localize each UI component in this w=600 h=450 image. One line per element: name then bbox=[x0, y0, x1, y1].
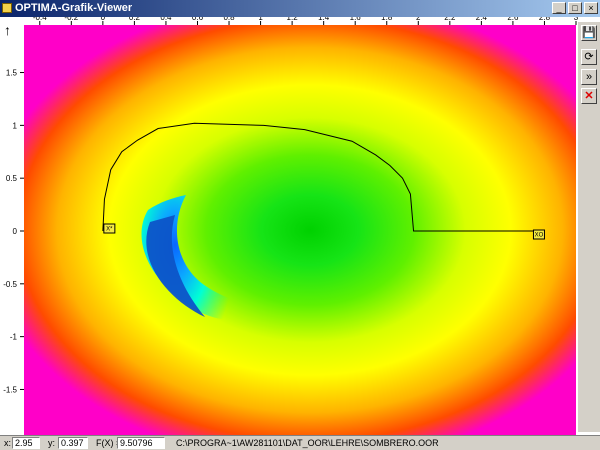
x-tick-label-3: 0.2 bbox=[129, 17, 141, 22]
y-tick-label-4: -0.5 bbox=[3, 280, 17, 289]
x-tick-label-12: 2 bbox=[416, 17, 421, 22]
x-tick-label-15: 2.6 bbox=[507, 17, 519, 22]
plot-area[interactable]: -0.4 -0.2 0 0.2 0.4 0.6 0.8 1 1.2 1.4 1.6 1.8 2 2.2 2.… bbox=[0, 13, 600, 437]
start-marker: XO bbox=[532, 229, 545, 240]
x-tick-label-13: 2.2 bbox=[444, 17, 456, 22]
x-tick-label-16: 2.8 bbox=[539, 17, 551, 22]
start-marker-label: XO bbox=[535, 233, 544, 239]
x-tick-label-6: 0.8 bbox=[223, 17, 235, 22]
double-arrow-icon: » bbox=[585, 71, 593, 83]
window-controls: _ □ × bbox=[552, 2, 598, 14]
y-tick-label-5: -1 bbox=[10, 333, 18, 342]
function-value: 9.50796 bbox=[117, 437, 165, 449]
x-tick-label-4: 0.4 bbox=[160, 17, 172, 22]
x-tick-label-2: 0 bbox=[101, 17, 106, 22]
plot-frame: -0.4 -0.2 0 0.2 0.4 0.6 0.8 1 1.2 1.4 1.6 1.8 2 2.2 2.… bbox=[0, 13, 600, 437]
y-tick-label-0: 1.5 bbox=[6, 69, 18, 78]
save-icon: 💾 bbox=[582, 27, 596, 39]
refresh-button[interactable]: ⟳ bbox=[581, 49, 597, 65]
save-button[interactable]: 💾 bbox=[581, 25, 597, 41]
y-tick-label-6: -1.5 bbox=[3, 385, 17, 394]
refresh-icon: ⟳ bbox=[584, 51, 594, 63]
y-axis: 1.5 1 0.5 0 -0.5 -1 -1.5 bbox=[3, 69, 24, 394]
close-button[interactable]: × bbox=[584, 2, 598, 14]
y-tick-label-1: 1 bbox=[13, 121, 18, 130]
x-tick-label-14: 2.4 bbox=[476, 17, 488, 22]
y-coordinate-value: 0.397 bbox=[58, 437, 88, 449]
maximize-button[interactable]: □ bbox=[568, 2, 582, 14]
x-tick-label-0: -0.4 bbox=[33, 17, 47, 22]
x-coordinate-label: x: bbox=[4, 438, 12, 448]
file-path: C:\PROGRA~1\AW281101\DAT_OOR\LEHRE\SOMBR… bbox=[176, 438, 439, 448]
x-tick-label-11: 1.8 bbox=[381, 17, 393, 22]
y-axis-arrow: ↑ bbox=[4, 22, 11, 38]
title-bar: OPTIMA-Grafik-Viewer _ □ × bbox=[0, 0, 600, 17]
y-tick-label-3: 0 bbox=[13, 227, 18, 236]
x-tick-label-8: 1.2 bbox=[287, 17, 299, 22]
x-tick-label-9: 1.4 bbox=[318, 17, 330, 22]
delete-button[interactable]: ✕ bbox=[581, 88, 597, 104]
end-marker-label: X* bbox=[106, 227, 113, 233]
minimize-button[interactable]: _ bbox=[552, 2, 566, 14]
app-icon bbox=[2, 3, 12, 13]
y-tick-label-2: 0.5 bbox=[6, 174, 18, 183]
x-coordinate-value: 2.95 bbox=[12, 437, 40, 449]
status-bar: x: 2.95 y: 0.397 F(X) = 9.50796 C:\PROGR… bbox=[0, 435, 600, 450]
x-tick-label-5: 0.6 bbox=[192, 17, 204, 22]
side-toolbar: 💾 ⟳ » ✕ bbox=[578, 22, 600, 432]
end-marker: X* bbox=[103, 223, 116, 234]
x-tick-label-7: 1 bbox=[258, 17, 263, 22]
window-title: OPTIMA-Grafik-Viewer bbox=[15, 2, 133, 14]
close-icon: ✕ bbox=[584, 90, 594, 102]
x-tick-label-10: 1.6 bbox=[350, 17, 362, 22]
y-coordinate-label: y: bbox=[48, 438, 56, 448]
forward-button[interactable]: » bbox=[581, 69, 597, 85]
x-tick-label-1: -0.2 bbox=[64, 17, 78, 22]
x-axis: -0.4 -0.2 0 0.2 0.4 0.6 0.8 1 1.2 1.4 1.6 1.8 2 2.2 2.… bbox=[33, 13, 579, 25]
